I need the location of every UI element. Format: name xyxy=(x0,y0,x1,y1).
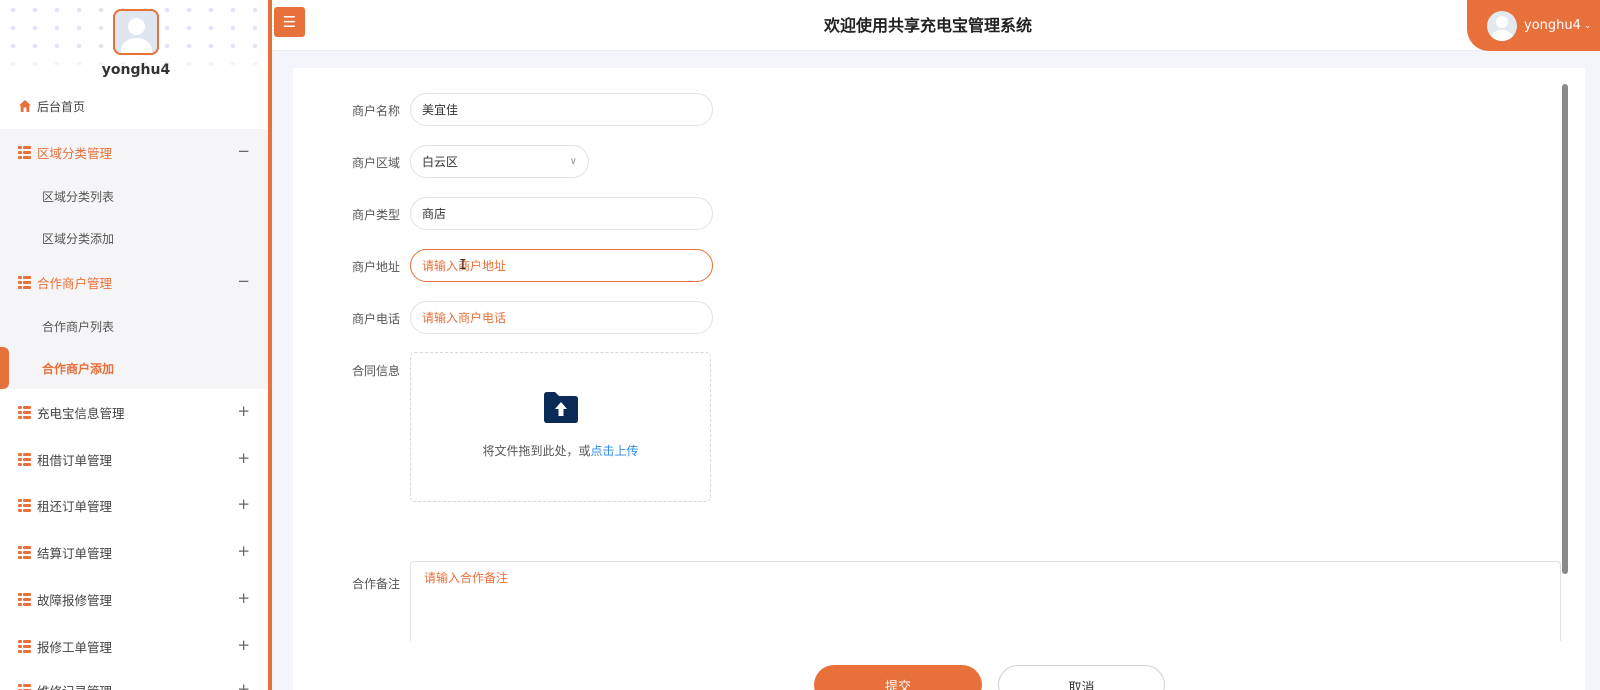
sidebar-item-label: 合作商户列表 xyxy=(42,319,115,334)
text-cursor-icon: I xyxy=(459,258,467,273)
sidebar-group-label: 报修工单管理 xyxy=(37,639,113,655)
sidebar-group-rent-order: 租借订单管理 + xyxy=(0,436,268,482)
user-avatar-icon xyxy=(1487,10,1517,41)
sidebar-group-repair-record: 维修记录管理 + xyxy=(0,667,268,690)
expand-icon[interactable]: + xyxy=(237,495,250,513)
expand-icon[interactable]: + xyxy=(237,589,250,607)
merchant-region-label: 商户区域 xyxy=(351,156,400,170)
merchant-type-label: 商户类型 xyxy=(351,208,400,222)
submit-button-label: 提交 xyxy=(884,680,911,690)
sidebar-group-repair-record-header[interactable]: 维修记录管理 + xyxy=(0,667,268,690)
chevron-down-icon: ⌄ xyxy=(1583,20,1592,31)
cancel-button-label: 取消 xyxy=(1068,681,1095,690)
sidebar-group-settlement: 结算订单管理 + xyxy=(0,529,268,575)
home-icon xyxy=(19,100,31,112)
sidebar-group-label: 租借订单管理 xyxy=(37,452,113,468)
sidebar-item-region-list[interactable]: 区域分类列表 xyxy=(0,175,268,217)
merchant-phone-label: 商户电话 xyxy=(351,312,400,326)
sidebar-group-label: 合作商户管理 xyxy=(37,275,113,291)
sidebar-username: yonghu4 xyxy=(101,62,171,78)
avatar[interactable] xyxy=(113,9,159,55)
sidebar-item-label: 后台首页 xyxy=(37,99,86,114)
sidebar-item-label: 合作商户添加 xyxy=(42,361,115,376)
merchant-type-input[interactable]: 商店 xyxy=(410,197,713,230)
contract-upload-dropzone[interactable]: 将文件拖到此处，或点击上传 xyxy=(410,352,711,502)
sidebar-item-merchant-add[interactable]: 合作商户添加 xyxy=(0,347,268,389)
expand-icon[interactable]: + xyxy=(237,449,250,467)
collapse-icon[interactable]: − xyxy=(237,142,250,160)
contract-label: 合同信息 xyxy=(351,364,400,378)
sidebar-group-return-order-header[interactable]: 租还订单管理 + xyxy=(0,482,268,528)
grid-icon xyxy=(18,498,31,512)
user-menu[interactable]: yonghu4 ⌄ xyxy=(1467,0,1600,51)
merchant-type-value: 商店 xyxy=(422,207,447,221)
merchant-phone-input[interactable]: 请输入商户电话 xyxy=(410,301,713,334)
grid-icon xyxy=(18,275,31,289)
sidebar-item-label: 区域分类列表 xyxy=(42,189,115,204)
chevron-down-icon: ∨ xyxy=(569,156,577,167)
sidebar-group-powerbank: 充电宝信息管理 + xyxy=(0,389,268,435)
merchant-name-value: 美宜佳 xyxy=(422,103,459,117)
sidebar-item-region-add[interactable]: 区域分类添加 xyxy=(0,217,268,259)
grid-icon xyxy=(18,545,31,559)
sidebar-profile: yonghu4 xyxy=(0,0,268,90)
upload-folder-icon xyxy=(544,392,578,423)
merchant-address-label: 商户地址 xyxy=(351,260,400,274)
grid-icon xyxy=(18,592,31,606)
sidebar-group-settlement-header[interactable]: 结算订单管理 + xyxy=(0,529,268,575)
expand-icon[interactable]: + xyxy=(237,636,250,654)
top-header: ☰ 欢迎使用共享充电宝管理系统 yonghu4 ⌄ xyxy=(272,0,1600,51)
upload-hint: 将文件拖到此处，或点击上传 xyxy=(411,442,710,459)
grid-icon xyxy=(18,683,31,690)
sidebar-group-label: 充电宝信息管理 xyxy=(37,405,125,421)
expand-icon[interactable]: + xyxy=(237,402,250,420)
expand-icon[interactable]: + xyxy=(237,542,250,560)
sidebar-group-repair-ticket-header[interactable]: 报修工单管理 + xyxy=(0,623,268,669)
remark-textarea[interactable]: 请输入合作备注 xyxy=(410,561,1561,641)
remark-placeholder: 请输入合作备注 xyxy=(424,571,509,585)
sidebar-item-merchant-list[interactable]: 合作商户列表 xyxy=(0,305,268,347)
sidebar-group-return-order: 租还订单管理 + xyxy=(0,482,268,528)
submit-button[interactable]: 提交 xyxy=(814,665,982,690)
grid-icon xyxy=(18,405,31,419)
sidebar-group-label: 租还订单管理 xyxy=(37,498,113,514)
sidebar-item-home[interactable]: 后台首页 xyxy=(0,93,268,119)
sidebar-group-label: 结算订单管理 xyxy=(37,545,113,561)
sidebar-group-fault-report: 故障报修管理 + xyxy=(0,576,268,622)
remark-label: 合作备注 xyxy=(351,577,400,591)
sidebar-group-powerbank-header[interactable]: 充电宝信息管理 + xyxy=(0,389,268,435)
merchant-region-select[interactable]: 白云区 ∨ xyxy=(410,145,589,178)
sidebar-group-label: 故障报修管理 xyxy=(37,592,113,608)
sidebar-group-region-header[interactable]: 区域分类管理 − xyxy=(0,129,268,175)
sidebar-group-merchant-header[interactable]: 合作商户管理 − xyxy=(0,259,268,305)
sidebar-group-rent-order-header[interactable]: 租借订单管理 + xyxy=(0,436,268,482)
grid-icon xyxy=(18,452,31,466)
sidebar-group-label: 区域分类管理 xyxy=(37,145,113,161)
upload-link[interactable]: 点击上传 xyxy=(591,444,639,458)
sidebar-group-label: 维修记录管理 xyxy=(37,681,112,690)
cancel-button[interactable]: 取消 xyxy=(998,665,1165,690)
merchant-name-input[interactable]: 美宜佳 xyxy=(410,93,713,126)
merchant-name-label: 商户名称 xyxy=(351,104,400,118)
sidebar: yonghu4 后台首页 区域分类管理 − 区域分类列表 区域分类添加 合作商户… xyxy=(0,0,272,690)
merchant-address-input[interactable]: 请输入商户地址 xyxy=(410,249,713,282)
sidebar-group-fault-report-header[interactable]: 故障报修管理 + xyxy=(0,576,268,622)
sidebar-group-region: 区域分类管理 − 区域分类列表 区域分类添加 xyxy=(0,129,268,259)
merchant-phone-placeholder: 请输入商户电话 xyxy=(422,311,507,325)
user-menu-name: yonghu4 xyxy=(1524,18,1581,33)
grid-icon xyxy=(18,145,31,159)
page-title: 欢迎使用共享充电宝管理系统 xyxy=(823,16,1032,35)
sidebar-group-merchant: 合作商户管理 − 合作商户列表 合作商户添加 xyxy=(0,259,268,389)
merchant-region-value: 白云区 xyxy=(422,155,459,169)
upload-hint-text: 将文件拖到此处，或 xyxy=(482,444,591,458)
grid-icon xyxy=(18,639,31,653)
collapse-icon[interactable]: − xyxy=(237,272,250,290)
expand-icon[interactable]: + xyxy=(237,680,250,690)
scrollbar[interactable] xyxy=(1562,84,1568,574)
sidebar-item-label: 区域分类添加 xyxy=(42,231,115,246)
sidebar-group-repair-ticket: 报修工单管理 + xyxy=(0,623,268,669)
